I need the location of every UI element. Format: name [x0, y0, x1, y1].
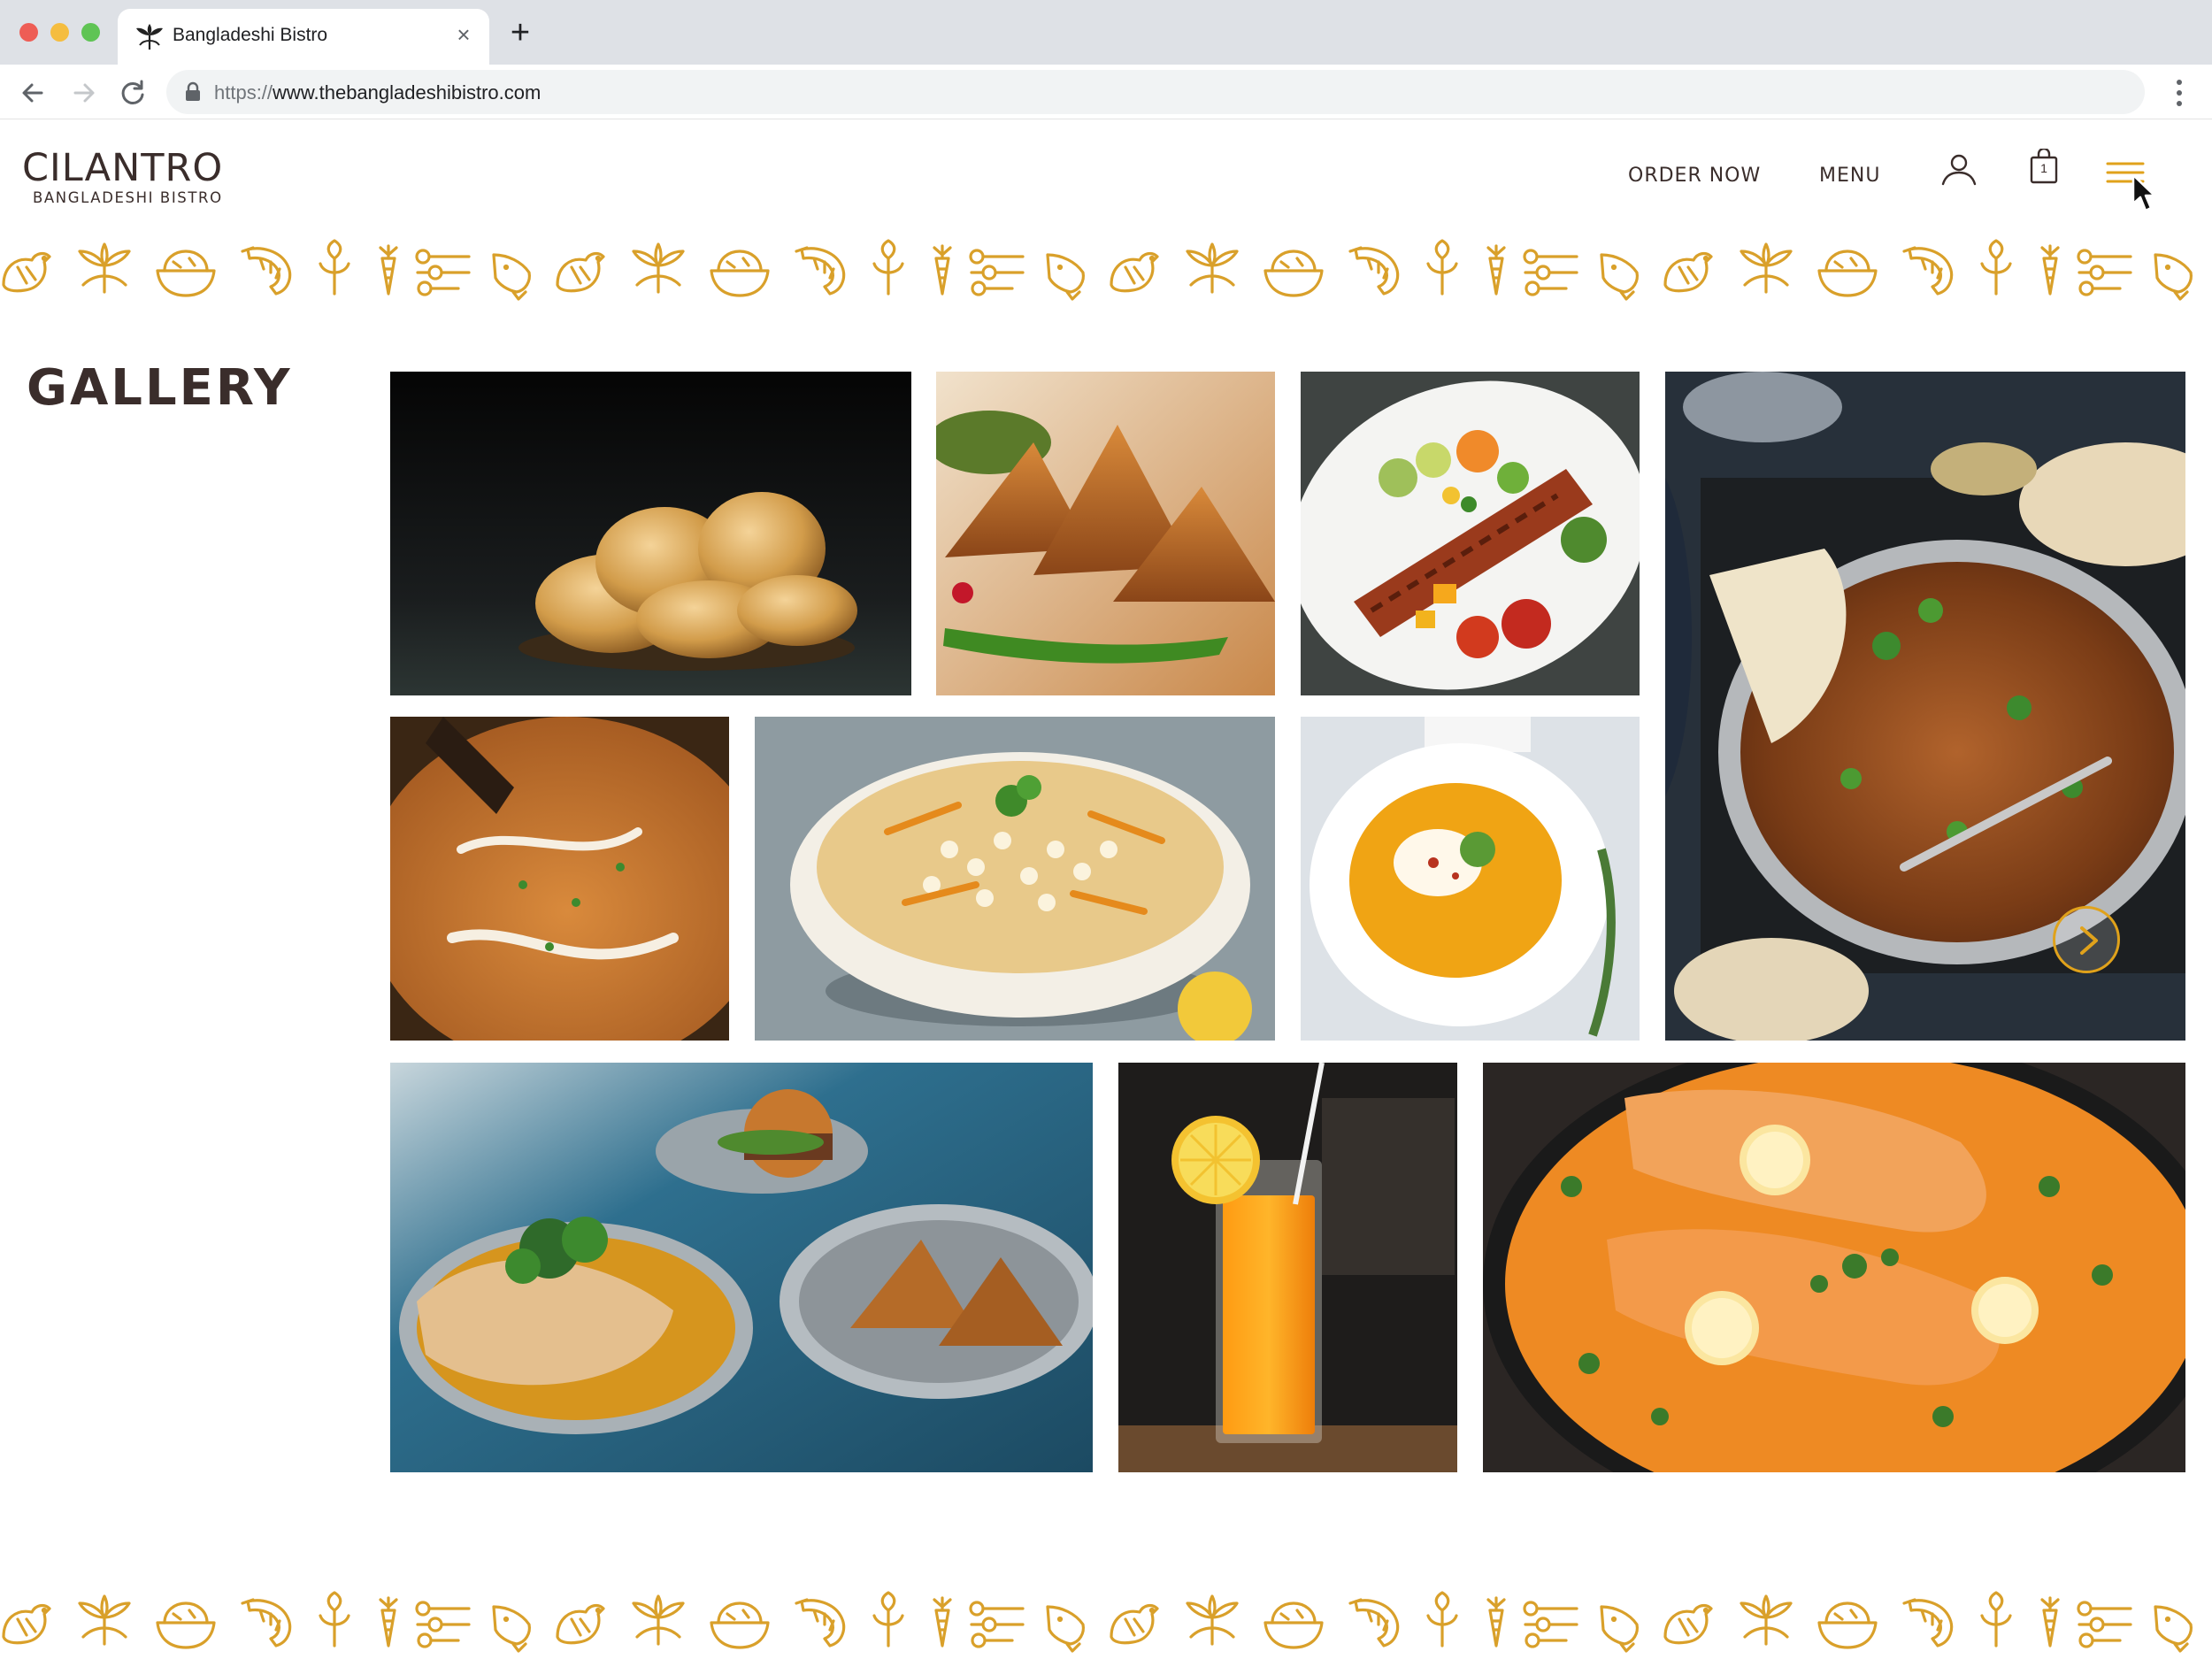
- account-icon[interactable]: [1939, 152, 1978, 188]
- gallery-heading: GALLERY: [27, 359, 293, 417]
- khichdi-bowl-image: [755, 717, 1275, 1041]
- tab-close-button[interactable]: ×: [450, 21, 477, 48]
- window-minimize-button[interactable]: [50, 23, 69, 42]
- gallery-photo-salmon-curry[interactable]: [1483, 1063, 2185, 1472]
- kebab-platter-image: [1301, 372, 1640, 695]
- gallery-photo-orange-juice[interactable]: [1118, 1063, 1457, 1472]
- nav-menu-link[interactable]: MENU: [1819, 165, 1880, 187]
- food-icons-pattern: [2, 1591, 2193, 1653]
- decorative-pattern-bottom: [0, 1584, 2212, 1658]
- url-scheme: https://: [214, 81, 273, 104]
- puri-image: [390, 372, 911, 695]
- salmon-curry-image: [1483, 1063, 2185, 1472]
- reload-button[interactable]: [115, 75, 150, 111]
- site-logo[interactable]: CILANTRO BANGLADESHI BISTRO: [22, 149, 252, 206]
- gallery-photo-samosas[interactable]: [936, 372, 1275, 695]
- gallery-photo-paratha-plates[interactable]: [390, 1063, 1093, 1472]
- orange-juice-image: [1118, 1063, 1457, 1472]
- browser-tab-bar: Bangladeshi Bistro × +: [0, 0, 2212, 65]
- browser-tab[interactable]: Bangladeshi Bistro ×: [118, 9, 489, 65]
- forward-button[interactable]: [66, 75, 102, 111]
- new-tab-button[interactable]: +: [504, 16, 536, 50]
- window-close-button[interactable]: [19, 23, 38, 42]
- url-text: https://www.thebangladeshibistro.com: [214, 81, 541, 104]
- gallery-photo-khichdi-bowl[interactable]: [755, 717, 1275, 1041]
- mouse-cursor-icon: [2131, 173, 2156, 212]
- address-bar[interactable]: https://www.thebangladeshibistro.com: [166, 70, 2145, 114]
- decorative-pattern-top: [0, 232, 2212, 306]
- browser-toolbar: https://www.thebangladeshibistro.com: [0, 65, 2212, 119]
- cilantro-favicon-icon: [136, 24, 163, 50]
- url-host: www.thebangladeshibistro.com: [273, 81, 541, 104]
- gallery-photo-puri[interactable]: [390, 372, 911, 695]
- gallery-photo-kebab-platter[interactable]: [1301, 372, 1640, 695]
- chevron-right-icon: [2080, 926, 2098, 955]
- lock-icon: [186, 81, 200, 101]
- browser-menu-icon[interactable]: [2166, 77, 2193, 109]
- window-maximize-button[interactable]: [81, 23, 100, 42]
- food-icons-pattern: [2, 239, 2193, 301]
- lentil-soup-image: [1301, 717, 1640, 1041]
- gallery-photo-butter-chicken[interactable]: [390, 717, 729, 1041]
- butter-chicken-image: [390, 717, 729, 1041]
- cart-button[interactable]: 1: [2028, 149, 2060, 184]
- arrow-left-icon: [22, 83, 43, 103]
- back-button[interactable]: [15, 75, 50, 111]
- logo-tagline: BANGLADESHI BISTRO: [33, 189, 223, 206]
- nav-order-now-link[interactable]: ORDER NOW: [1628, 165, 1761, 187]
- gallery-next-button[interactable]: [2053, 906, 2120, 973]
- cart-count-badge: 1: [2040, 161, 2047, 175]
- logo-wordmark: CILANTRO: [22, 146, 224, 190]
- reload-icon: [121, 80, 144, 104]
- paratha-plates-image: [390, 1063, 1093, 1472]
- tab-title: Bangladeshi Bistro: [173, 25, 328, 45]
- samosas-image: [936, 372, 1275, 695]
- gallery-photo-lentil-soup[interactable]: [1301, 717, 1640, 1041]
- arrow-right-icon: [73, 83, 95, 103]
